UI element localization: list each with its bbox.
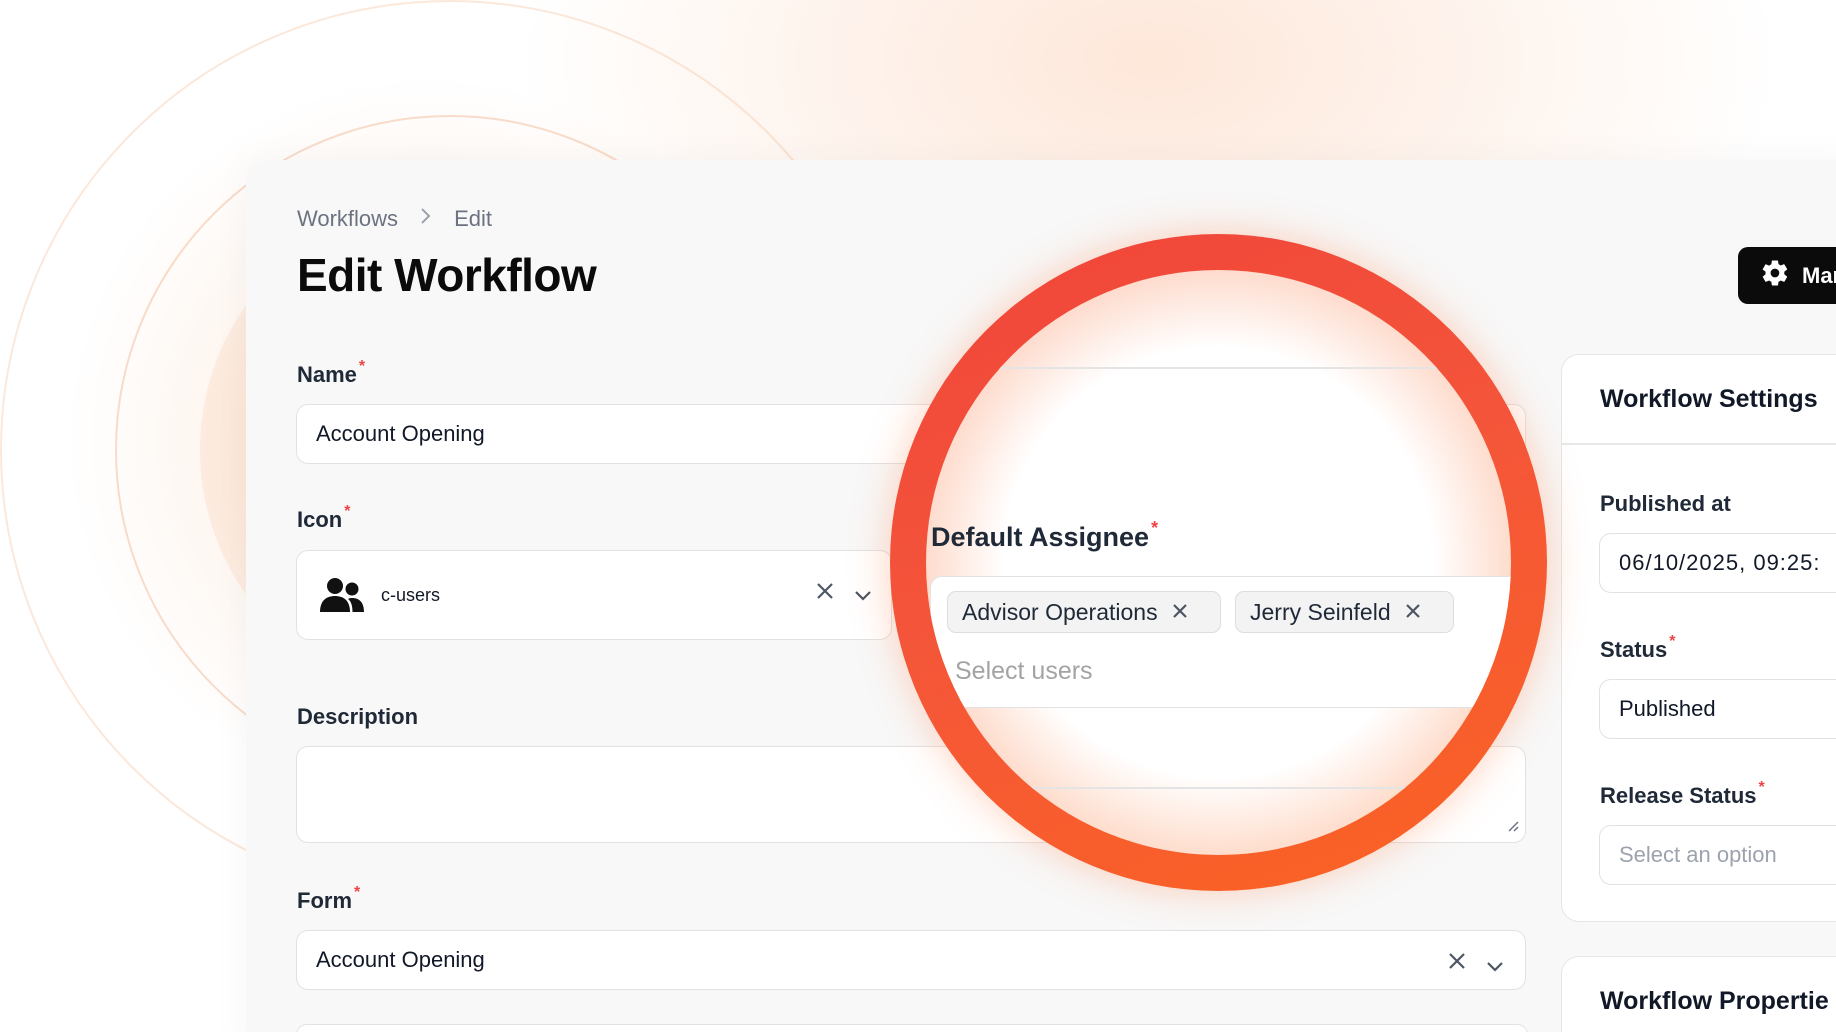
select-users-placeholder[interactable]: Select users	[955, 657, 1093, 686]
manage-button-label: Mar	[1802, 262, 1836, 288]
assignee-chip-label: Jerry Seinfeld	[1250, 598, 1391, 625]
default-assignee-label: Default Assignee *	[931, 518, 1159, 552]
name-label: Name *	[297, 358, 366, 387]
workflow-properties-card: Workflow Propertie	[1561, 956, 1836, 1032]
magnifier-content: Default Assignee * Advisor Operations Jer…	[926, 270, 1511, 855]
next-field-edge	[296, 1024, 1528, 1032]
status-value: Published	[1619, 696, 1716, 721]
magnified-description-edge	[926, 787, 1511, 789]
assignee-chip: Jerry Seinfeld	[1235, 591, 1454, 633]
form-select-value: Account Opening	[316, 947, 485, 972]
release-status-select[interactable]: Select an option	[1599, 825, 1836, 885]
chip-remove-icon[interactable]	[1172, 599, 1188, 625]
status-label: Status *	[1600, 633, 1676, 662]
workflow-settings-title: Workflow Settings	[1600, 385, 1818, 413]
magnified-name-field-edge	[926, 367, 1511, 369]
gear-icon	[1760, 258, 1790, 294]
name-input-value: Account Opening	[316, 421, 485, 446]
workflow-settings-card: Workflow Settings Published at 06/10/202…	[1561, 354, 1836, 922]
workflow-properties-title: Workflow Propertie	[1600, 987, 1829, 1015]
manage-button[interactable]: Mar	[1738, 247, 1836, 304]
form-label: Form *	[297, 884, 361, 913]
form-clear-icon[interactable]	[1447, 951, 1467, 977]
users-icon	[319, 576, 365, 614]
icon-clear-icon[interactable]	[815, 581, 835, 607]
icon-select-value: c-users	[381, 584, 441, 605]
card-divider	[1562, 443, 1836, 445]
breadcrumb-current: Edit	[454, 206, 492, 231]
form-chevron-down-icon[interactable]	[1485, 954, 1505, 980]
breadcrumb: Workflows Edit	[297, 206, 492, 232]
icon-select[interactable]: c-users	[296, 550, 892, 640]
release-status-placeholder: Select an option	[1619, 842, 1777, 867]
published-at-value: 06/10/2025, 09:25:	[1619, 550, 1821, 575]
description-label: Description	[297, 704, 419, 729]
chip-remove-icon[interactable]	[1405, 599, 1421, 625]
breadcrumb-chevron-icon	[420, 207, 432, 231]
breadcrumb-workflows-link[interactable]: Workflows	[297, 206, 398, 232]
default-assignee-multiselect[interactable]: Advisor Operations Jerry Seinfeld Select…	[930, 576, 1511, 708]
status-select[interactable]: Published	[1599, 679, 1836, 739]
assignee-chip: Advisor Operations	[947, 591, 1221, 633]
icon-chevron-down-icon[interactable]	[853, 583, 873, 609]
screen: Workflows Edit Edit Workflow Mar Name* A…	[0, 0, 1836, 1032]
form-select[interactable]: Account Opening	[296, 930, 1526, 990]
assignee-chip-label: Advisor Operations	[962, 598, 1158, 625]
page-title: Edit Workflow	[297, 249, 597, 301]
icon-label: Icon *	[297, 503, 351, 532]
published-at-input[interactable]: 06/10/2025, 09:25:	[1599, 533, 1836, 593]
magnifier-lens: Default Assignee * Advisor Operations Jer…	[890, 234, 1547, 891]
release-status-label: Release Status *	[1600, 779, 1765, 808]
published-at-label: Published at	[1600, 491, 1731, 516]
